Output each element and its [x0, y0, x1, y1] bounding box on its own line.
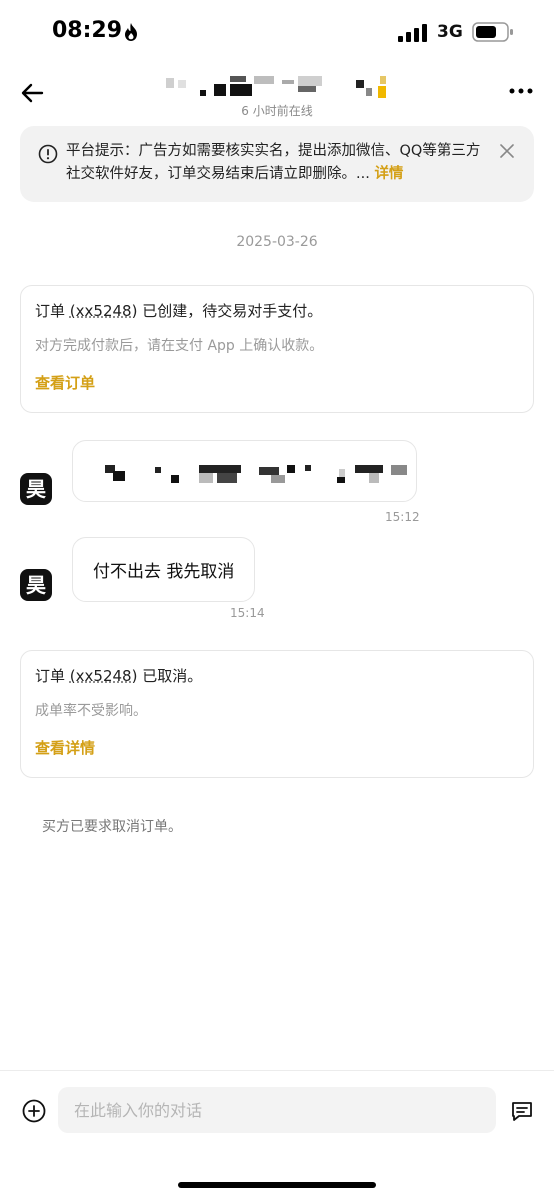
order-cancelled-title: 订单 (xx5248) 已取消。	[35, 665, 519, 687]
order-label: 订单	[35, 302, 66, 320]
avatar[interactable]: 昊	[20, 473, 52, 505]
order-id: (xx5248)	[69, 302, 138, 320]
chat-header: 6 小时前在线	[0, 64, 554, 120]
add-icon[interactable]	[22, 1099, 46, 1123]
order-cancelled-card: 订单 (xx5248) 已取消。 成单率不受影响。 查看详情	[20, 650, 534, 778]
quick-reply-icon[interactable]	[510, 1099, 534, 1123]
notice-text: 平台提示：广告方如需要核实实名，提出添加微信、QQ等第三方社交软件好友，订单交易…	[66, 140, 488, 186]
order-label: 订单	[35, 667, 66, 685]
notice-details-link[interactable]: 详情	[374, 166, 403, 182]
order-status-text: 已创建，待交易对手支付。	[142, 302, 323, 320]
date-separator: 2025-03-26	[236, 234, 318, 250]
info-icon	[38, 144, 58, 164]
signal-icon	[398, 24, 427, 42]
order-created-title: 订单 (xx5248) 已创建，待交易对手支付。	[35, 300, 519, 322]
status-bar: 08:29 3G	[0, 0, 554, 64]
redacted-content	[105, 465, 407, 483]
order-status-text: 已取消。	[142, 667, 203, 685]
order-created-hint: 对方完成付款后，请在支付 App 上确认收款。	[35, 338, 324, 354]
message-time: 15:14	[230, 606, 265, 620]
status-time: 08:29	[52, 18, 123, 43]
online-status: 6 小时前在线	[241, 104, 313, 118]
avatar[interactable]: 昊	[20, 569, 52, 601]
contact-name-redacted	[166, 76, 386, 98]
order-created-card: 订单 (xx5248) 已创建，待交易对手支付。 对方完成付款后，请在支付 Ap…	[20, 285, 534, 413]
input-bar	[0, 1070, 554, 1199]
message-bubble[interactable]	[72, 440, 417, 502]
network-type: 3G	[437, 22, 463, 42]
message-text: 付不出去 我先取消	[93, 562, 235, 582]
order-id: (xx5248)	[69, 667, 138, 685]
message-bubble[interactable]: 付不出去 我先取消	[72, 537, 256, 602]
view-order-link[interactable]: 查看订单	[35, 372, 519, 393]
flame-icon	[125, 23, 137, 41]
platform-notice: 平台提示：广告方如需要核实实名，提出添加微信、QQ等第三方社交软件好友，订单交易…	[20, 126, 534, 202]
notice-message: 平台提示：广告方如需要核实实名，提出添加微信、QQ等第三方社交软件好友，订单交易…	[66, 143, 481, 182]
message-time: 15:12	[385, 510, 420, 524]
close-icon[interactable]	[498, 142, 516, 160]
more-options-icon[interactable]	[508, 86, 534, 96]
message-input[interactable]	[58, 1087, 496, 1133]
system-message: 买方已要求取消订单。	[42, 819, 182, 835]
view-details-link[interactable]: 查看详情	[35, 737, 519, 758]
home-indicator	[178, 1182, 376, 1188]
battery-icon	[472, 22, 513, 42]
order-cancelled-hint: 成单率不受影响。	[35, 703, 147, 719]
